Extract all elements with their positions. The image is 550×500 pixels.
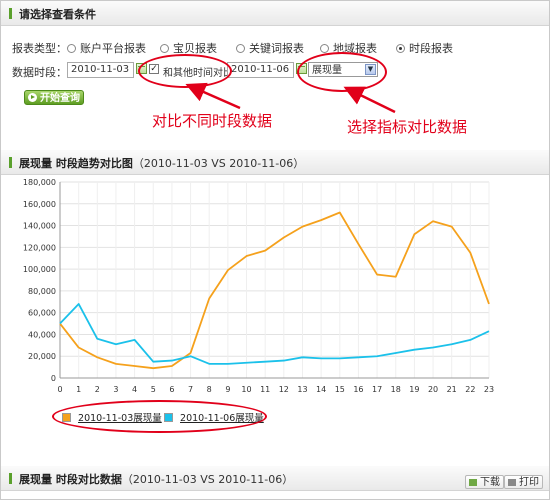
x-tick-label: 3 (113, 385, 118, 394)
radio-dot-selected[interactable] (396, 43, 405, 53)
x-tick-label: 13 (297, 385, 307, 394)
x-tick-label: 9 (225, 385, 230, 394)
x-tick-label: 19 (409, 385, 419, 394)
annotation-oval-compare (138, 54, 232, 88)
start-query-label: 开始查询 (40, 93, 80, 104)
x-tick-label: 12 (279, 385, 289, 394)
x-tick-label: 23 (484, 385, 494, 394)
radio-dot[interactable] (160, 43, 169, 53)
section-marker (9, 473, 12, 484)
start-query-button[interactable]: 开始查询 (24, 90, 84, 105)
trend-panel-title: 展现量 时段趋势对比图（2010-11-03 VS 2010-11-06） (19, 157, 305, 170)
data-panel-title: 展现量 时段对比数据（2010-11-03 VS 2010-11-06） (19, 473, 294, 486)
radio-dot[interactable] (320, 43, 329, 53)
x-tick-label: 11 (260, 385, 270, 394)
start-date-input[interactable]: 2010-11-03 (67, 62, 134, 78)
print-button[interactable]: 打印 (504, 475, 543, 489)
x-tick-label: 15 (335, 385, 345, 394)
section-marker (9, 157, 12, 168)
x-tick-label: 6 (169, 385, 174, 394)
x-tick-label: 8 (207, 385, 212, 394)
criteria-panel-header: 请选择查看条件 (1, 1, 549, 26)
printer-icon (508, 479, 516, 486)
radio-keyword-report[interactable]: 关键词报表 (236, 40, 304, 56)
radio-dot[interactable] (67, 43, 76, 53)
annotation-oval-metric (297, 52, 387, 92)
annotation-compare-text: 对比不同时段数据 (152, 112, 273, 130)
section-marker (9, 8, 12, 19)
x-tick-label: 1 (76, 385, 81, 394)
report-type-label: 报表类型： (12, 42, 67, 55)
criteria-panel-title: 请选择查看条件 (19, 8, 96, 21)
x-tick-label: 22 (465, 385, 475, 394)
radio-dot[interactable] (236, 43, 245, 53)
trend-panel-header: 展现量 时段趋势对比图（2010-11-03 VS 2010-11-06） (1, 150, 549, 175)
x-tick-label: 0 (57, 385, 62, 394)
x-tick-label: 16 (353, 385, 363, 394)
y-tick-label: 20,000 (28, 352, 56, 361)
x-tick-label: 10 (241, 385, 251, 394)
download-button[interactable]: 下载 (465, 475, 504, 489)
x-tick-label: 4 (132, 385, 137, 394)
y-tick-label: 100,000 (23, 265, 56, 274)
x-tick-label: 17 (372, 385, 382, 394)
x-tick-label: 5 (151, 385, 156, 394)
x-tick-label: 7 (188, 385, 193, 394)
annotation-oval-legend (52, 400, 267, 433)
y-tick-label: 140,000 (23, 222, 56, 231)
x-tick-label: 20 (428, 385, 438, 394)
annotation-metric-text: 选择指标对比数据 (347, 118, 468, 136)
radio-time-period-report[interactable]: 时段报表 (396, 40, 453, 56)
x-tick-label: 14 (316, 385, 326, 394)
trend-line-chart: 0 20,000 40,000 60,000 80,000 100,000 120,000 1… (23, 178, 494, 394)
series-line-1 (59, 211, 490, 370)
y-tick-label: 120,000 (23, 243, 56, 252)
x-tick-label: 2 (95, 385, 100, 394)
download-icon (469, 479, 477, 486)
x-tick-label: 21 (447, 385, 457, 394)
x-tick-label: 18 (391, 385, 401, 394)
y-tick-label: 180,000 (23, 178, 56, 187)
y-tick-label: 60,000 (28, 309, 56, 318)
y-tick-label: 160,000 (23, 200, 56, 209)
date-range-label: 数据时段： (12, 66, 67, 79)
radio-account-platform-report[interactable]: 账户平台报表 (67, 40, 146, 56)
y-tick-label: 80,000 (28, 287, 56, 296)
compare-date-input[interactable]: 2010-11-06 (227, 62, 294, 78)
y-tick-label: 0 (51, 374, 56, 383)
y-tick-label: 40,000 (28, 330, 56, 339)
play-icon (28, 93, 37, 102)
